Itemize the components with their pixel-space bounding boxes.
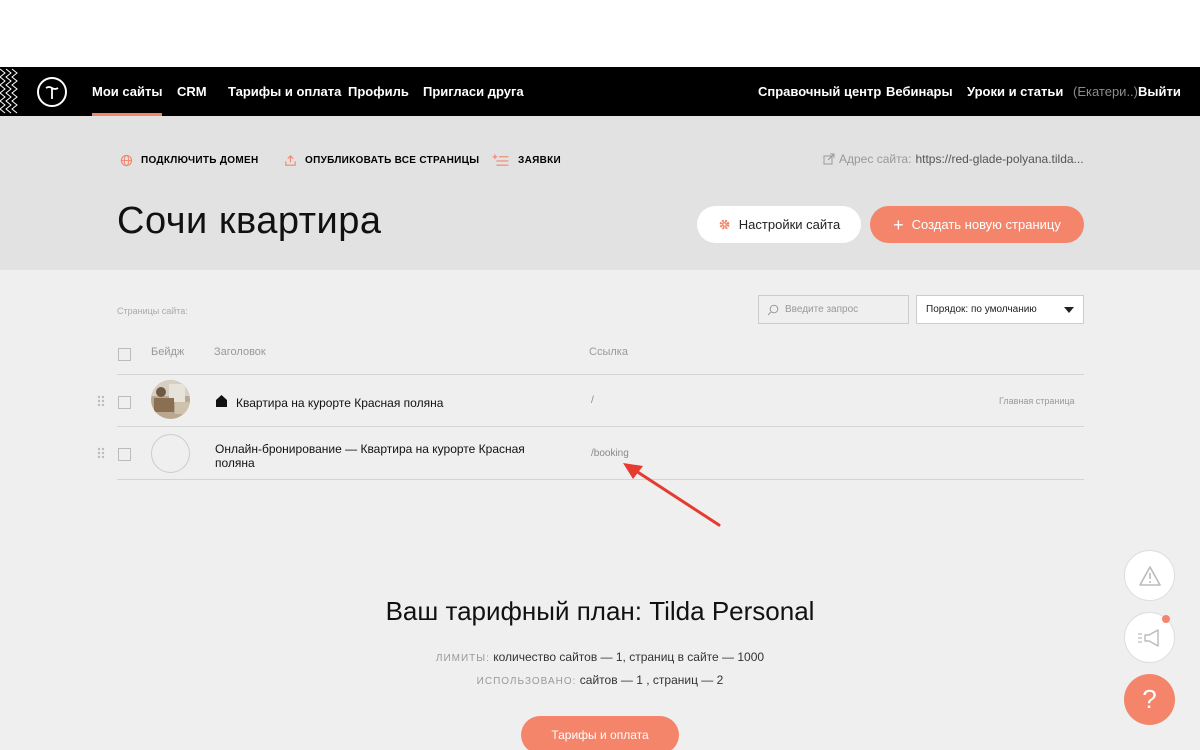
warning-icon <box>1138 565 1161 586</box>
top-blank-area <box>0 0 1200 67</box>
page-title-line2: поляна <box>215 456 255 470</box>
site-address-url[interactable]: https://red-glade-polyana.tilda... <box>915 152 1083 166</box>
nav-profile[interactable]: Профиль <box>348 67 409 116</box>
nav-crm[interactable]: CRM <box>177 67 207 116</box>
page-badge-image[interactable] <box>151 380 190 419</box>
page-title-line1: Онлайн-бронирование — Квартира на курорт… <box>215 442 525 456</box>
pages-section-label: Страницы сайта: <box>117 306 188 316</box>
row-checkbox[interactable] <box>118 448 131 461</box>
row-checkbox[interactable] <box>118 396 131 409</box>
drag-handle-icon[interactable] <box>97 447 105 459</box>
page-badge-empty[interactable] <box>151 434 190 473</box>
logout-link[interactable]: Выйти <box>1138 67 1181 116</box>
order-select-value: Порядок: по умолчанию <box>926 304 1037 315</box>
plan-usage-text: сайтов — 1 , страниц — 2 <box>579 673 724 687</box>
publish-all-label: ОПУБЛИКОВАТЬ ВСЕ СТРАНИЦЫ <box>305 154 480 166</box>
connect-domain-button[interactable]: ПОДКЛЮЧИТЬ ДОМЕН <box>120 152 258 168</box>
divider <box>117 374 1084 375</box>
upload-icon <box>285 154 296 166</box>
column-badge: Бейдж <box>151 346 185 358</box>
page-title-link[interactable]: Квартира на курорте Красная поляна <box>236 396 443 410</box>
notification-dot <box>1162 615 1170 623</box>
site-address[interactable]: Адрес сайта: https://red-glade-polyana.t… <box>823 152 1085 166</box>
order-select[interactable]: Порядок: по умолчанию <box>916 295 1084 324</box>
page-link[interactable]: / <box>591 395 594 406</box>
zigzag-decoration-icon <box>0 68 18 114</box>
site-title: Сочи квартира <box>117 200 382 242</box>
tilda-logo-icon[interactable] <box>37 77 67 107</box>
pages-search-input[interactable]: Введите запрос <box>758 295 909 324</box>
select-all-checkbox[interactable] <box>118 348 131 361</box>
chevron-down-icon <box>1064 307 1074 313</box>
nav-tariffs[interactable]: Тарифы и оплата <box>228 67 341 116</box>
main-page-tag: Главная страница <box>999 396 1075 406</box>
external-link-icon <box>823 153 835 165</box>
tariffs-button[interactable]: Тарифы и оплата <box>521 716 679 750</box>
site-address-label: Адрес сайта: <box>839 152 912 166</box>
list-add-icon <box>492 153 509 166</box>
annotation-arrow-icon <box>623 463 721 527</box>
requests-button[interactable]: ЗАЯВКИ <box>492 152 561 168</box>
divider <box>117 479 1084 480</box>
nav-lessons[interactable]: Уроки и статьи <box>967 67 1063 116</box>
create-page-label: Создать новую страницу <box>911 217 1061 232</box>
plan-usage: ИСПОЛЬЗОВАНО: сайтов — 1 , страниц — 2 <box>0 673 1200 687</box>
drag-handle-icon[interactable] <box>97 395 105 407</box>
home-icon <box>216 395 227 407</box>
column-title: Заголовок <box>214 346 266 358</box>
alert-button[interactable] <box>1124 550 1175 601</box>
plan-limits: ЛИМИТЫ: количество сайтов — 1, страниц в… <box>0 650 1200 664</box>
navbar: Мои сайты CRM Тарифы и оплата Профиль Пр… <box>0 67 1200 116</box>
nav-my-sites[interactable]: Мои сайты <box>92 67 163 116</box>
plan-limits-caption: ЛИМИТЫ: <box>435 653 490 664</box>
page-title-link[interactable]: Онлайн-бронирование — Квартира на курорт… <box>215 442 565 470</box>
create-page-button[interactable]: + Создать новую страницу <box>870 206 1084 243</box>
publish-all-button[interactable]: ОПУБЛИКОВАТЬ ВСЕ СТРАНИЦЫ <box>284 152 479 168</box>
plan-title: Ваш тарифный план: Tilda Personal <box>385 596 815 626</box>
plan-limits-text: количество сайтов — 1, страниц в сайте —… <box>493 650 765 664</box>
nav-invite-friend[interactable]: Пригласи друга <box>423 67 524 116</box>
connect-domain-label: ПОДКЛЮЧИТЬ ДОМЕН <box>141 154 259 166</box>
divider <box>117 426 1084 427</box>
site-header: ПОДКЛЮЧИТЬ ДОМЕН ОПУБЛИКОВАТЬ ВСЕ СТРАНИ… <box>0 116 1200 270</box>
megaphone-icon <box>1137 628 1159 647</box>
site-settings-label: Настройки сайта <box>738 217 841 232</box>
nav-webinars[interactable]: Вебинары <box>886 67 953 116</box>
plan-usage-caption: ИСПОЛЬЗОВАНО: <box>476 676 577 687</box>
site-settings-button[interactable]: Настройки сайта <box>697 206 861 243</box>
column-link: Ссылка <box>589 346 628 358</box>
gear-icon <box>719 219 730 230</box>
nav-help-center[interactable]: Справочный центр <box>758 67 881 116</box>
requests-label: ЗАЯВКИ <box>518 154 561 166</box>
plus-icon: + <box>893 214 904 235</box>
help-button[interactable]: ? <box>1124 674 1175 725</box>
search-icon <box>767 304 779 315</box>
search-placeholder: Введите запрос <box>785 304 859 315</box>
globe-icon <box>120 154 133 166</box>
nav-user-name[interactable]: (Екатери..) <box>1073 67 1138 116</box>
